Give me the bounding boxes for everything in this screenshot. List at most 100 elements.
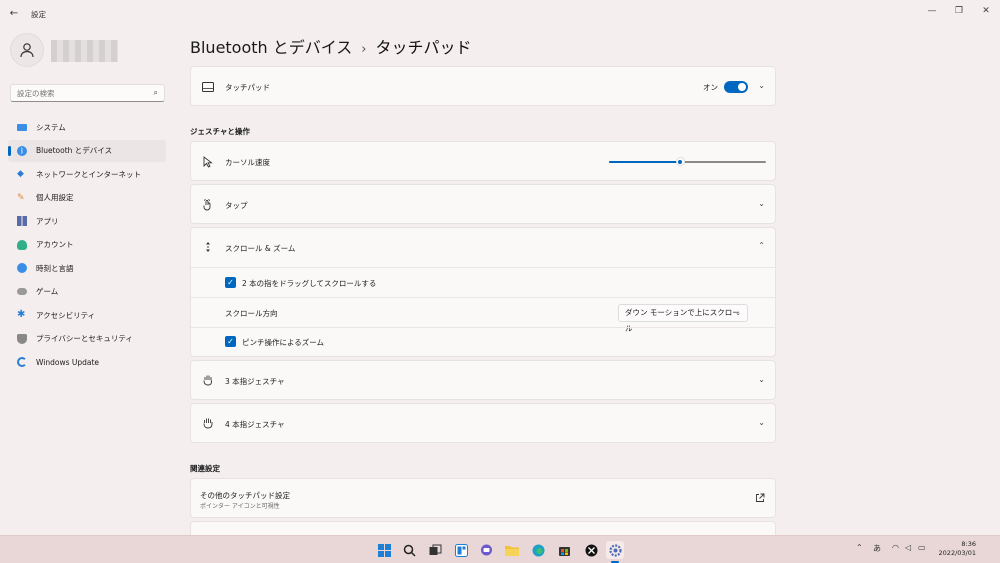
sidebar-item-accounts[interactable]: アカウント — [8, 234, 166, 256]
maximize-button[interactable]: ❐ — [949, 4, 969, 18]
sidebar-item-privacy[interactable]: プライバシーとセキュリティ — [8, 328, 166, 350]
search-input[interactable] — [11, 85, 141, 101]
sidebar-item-bluetooth[interactable]: ᛒ Bluetooth とデバイス — [8, 139, 166, 162]
settings-app-icon[interactable] — [606, 541, 624, 559]
sidebar-item-apps[interactable]: アプリ — [8, 210, 166, 232]
three-finger-card[interactable]: 3 本指ジェスチャ ⌄ — [190, 360, 776, 400]
search-box[interactable]: ⌕ — [10, 84, 165, 102]
scroll-arrows-icon — [206, 242, 210, 252]
sidebar-item-label: プライバシーとセキュリティ — [36, 334, 133, 343]
scroll-zoom-label[interactable]: スクロール & ズーム — [225, 243, 295, 254]
chevron-down-icon[interactable]: ⌄ — [758, 418, 765, 427]
search-icon[interactable]: ⌕ — [154, 88, 158, 98]
close-button[interactable]: ✕ — [976, 4, 996, 18]
bluetooth-icon: ᛒ — [17, 145, 27, 156]
more-touchpad-settings-card[interactable]: その他のタッチパッド設定 ポインター アイコンと可視性 — [190, 478, 776, 518]
volume-icon[interactable]: ◁ — [905, 543, 911, 552]
two-finger-drag-label: 2 本の指をドラッグしてスクロールする — [242, 279, 377, 288]
cursor-speed-slider[interactable] — [609, 157, 766, 166]
section-title-gestures: ジェスチャと操作 — [190, 127, 250, 136]
clock-time: 8:36 — [961, 540, 976, 548]
wifi-icon: ◆ — [17, 169, 24, 179]
update-icon — [17, 357, 27, 367]
more-touchpad-settings-label: その他のタッチパッド設定 — [200, 491, 290, 500]
sidebar-item-time-language[interactable]: 時刻と言語 — [8, 257, 166, 279]
start-icon[interactable] — [375, 541, 393, 559]
sidebar-item-label: アカウント — [36, 240, 74, 249]
back-button[interactable]: ← — [6, 7, 22, 21]
touchpad-icon — [202, 82, 214, 92]
four-finger-hand-icon — [203, 418, 213, 429]
next-card-partial[interactable] — [190, 521, 776, 535]
sidebar-item-windows-update[interactable]: Windows Update — [8, 351, 166, 373]
tap-hand-icon — [203, 199, 211, 211]
cursor-speed-label: カーソル速度 — [225, 158, 270, 167]
accessibility-icon: ✱ — [17, 309, 26, 320]
file-explorer-icon[interactable] — [503, 541, 521, 559]
ime-indicator[interactable]: あ — [873, 543, 881, 554]
task-view-icon[interactable] — [426, 541, 444, 559]
search-icon[interactable] — [400, 541, 418, 559]
user-name-redacted — [51, 40, 118, 62]
battery-icon[interactable]: ▭ — [918, 543, 926, 552]
taskbar: ⌃ あ ◠ ◁ ▭ 8:36 2022/03/01 — [0, 535, 1000, 563]
tap-label: タップ — [225, 201, 248, 210]
edge-icon[interactable] — [529, 541, 547, 559]
xbox-icon[interactable] — [582, 541, 600, 559]
divider — [191, 327, 775, 328]
page-title: タッチパッド — [375, 38, 472, 57]
chevron-up-icon[interactable]: ⌃ — [856, 543, 863, 552]
divider — [191, 267, 775, 268]
sidebar-item-accessibility[interactable]: ✱ アクセシビリティ — [8, 304, 166, 326]
two-finger-drag-checkbox[interactable]: ✓ — [225, 277, 236, 288]
more-touchpad-settings-sublabel: ポインター アイコンと可視性 — [200, 503, 280, 510]
toggle-state-label: オン — [703, 83, 718, 92]
three-finger-label: 3 本指ジェスチャ — [225, 377, 285, 386]
taskbar-clock[interactable]: 8:36 2022/03/01 — [939, 540, 976, 558]
gamepad-icon — [17, 288, 27, 295]
minimize-button[interactable]: — — [922, 4, 942, 18]
store-icon[interactable] — [555, 541, 573, 559]
sidebar-item-label: システム — [36, 122, 66, 132]
divider — [191, 297, 775, 298]
four-finger-card[interactable]: 4 本指ジェスチャ ⌄ — [190, 403, 776, 443]
widgets-icon[interactable] — [452, 541, 470, 559]
scroll-direction-value: ダウン モーションで上にスクロール — [625, 308, 740, 333]
pinch-zoom-checkbox[interactable]: ✓ — [225, 336, 236, 347]
tap-card[interactable]: タップ ⌄ — [190, 184, 776, 224]
sidebar-item-label: アプリ — [36, 216, 59, 226]
cursor-icon — [203, 156, 213, 168]
sidebar-item-personalization[interactable]: ✎ 個人用設定 — [8, 187, 166, 209]
title-bar: ← 設定 — ❐ ✕ — [0, 0, 1000, 28]
globe-clock-icon — [17, 263, 27, 273]
four-finger-label: 4 本指ジェスチャ — [225, 420, 285, 429]
sidebar-item-system[interactable]: システム — [8, 116, 166, 138]
section-title-related: 関連設定 — [190, 464, 220, 473]
avatar[interactable] — [10, 33, 44, 67]
chevron-up-icon[interactable]: ⌃ — [758, 241, 765, 250]
slider-fill — [609, 161, 680, 163]
chevron-down-icon[interactable]: ⌄ — [758, 81, 765, 90]
breadcrumb-parent[interactable]: Bluetooth とデバイス — [190, 38, 352, 57]
sidebar-item-network[interactable]: ◆ ネットワークとインターネット — [8, 163, 166, 185]
clock-date: 2022/03/01 — [938, 549, 976, 557]
scroll-direction-label: スクロール方向 — [225, 309, 278, 318]
sidebar-item-label: Windows Update — [36, 357, 100, 367]
chat-icon[interactable] — [477, 541, 495, 559]
breadcrumb-separator: › — [361, 42, 367, 57]
external-link-icon[interactable] — [755, 493, 765, 503]
chevron-down-icon[interactable]: ⌄ — [758, 199, 765, 208]
sidebar-item-label: 個人用設定 — [36, 193, 74, 202]
touchpad-card[interactable]: タッチパッド オン ⌄ — [190, 66, 776, 106]
scroll-direction-dropdown[interactable]: ダウン モーションで上にスクロール ⌄ — [618, 304, 748, 333]
chevron-down-icon[interactable]: ⌄ — [758, 375, 765, 384]
sidebar-item-gaming[interactable]: ゲーム — [8, 281, 166, 303]
touchpad-toggle[interactable] — [724, 81, 748, 93]
touchpad-label: タッチパッド — [225, 83, 270, 92]
person-icon — [17, 239, 27, 250]
slider-thumb[interactable] — [675, 157, 685, 166]
breadcrumb: Bluetooth とデバイス › タッチパッド — [190, 34, 472, 58]
sidebar-item-label: アクセシビリティ — [36, 310, 96, 320]
scroll-zoom-card: スクロール & ズーム ⌃ ✓ 2 本の指をドラッグしてスクロールする スクロー… — [190, 227, 776, 357]
wifi-icon[interactable]: ◠ — [892, 543, 899, 552]
